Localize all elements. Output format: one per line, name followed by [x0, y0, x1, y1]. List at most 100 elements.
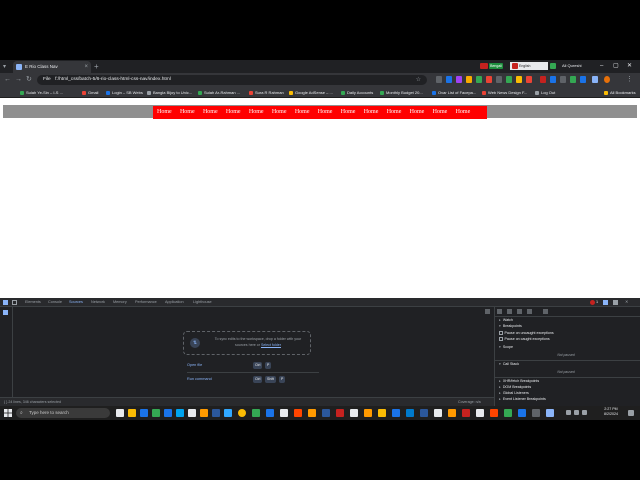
app-icon[interactable] — [176, 409, 184, 417]
new-tab-icon[interactable]: + — [94, 61, 99, 73]
extension-icon[interactable] — [446, 76, 452, 83]
event-listener-breakpoints-section[interactable]: ▸ Event Listener Breakpoints — [499, 396, 546, 402]
nav-link-home[interactable]: Home — [433, 106, 448, 119]
app-icon[interactable] — [200, 409, 208, 417]
language-extension[interactable]: English — [510, 62, 548, 70]
bookmark-item[interactable]: Sura R Rahman — [249, 87, 284, 98]
bookmark-item[interactable]: Login – SB Webs — [106, 87, 143, 98]
tab-close-icon[interactable]: × — [84, 61, 88, 73]
app-icon[interactable] — [532, 409, 540, 417]
extension-icon[interactable] — [570, 76, 576, 83]
app-icon[interactable] — [212, 409, 220, 417]
tab-console[interactable]: Console — [48, 298, 62, 307]
step-icon[interactable] — [527, 309, 532, 314]
forward-icon[interactable]: → — [15, 73, 22, 87]
app-icon[interactable] — [152, 409, 160, 417]
extension-icon[interactable] — [436, 76, 442, 83]
app-icon[interactable] — [518, 409, 526, 417]
workspace-dropzone[interactable]: ⇅ To sync edits to the workspace, drop a… — [183, 331, 311, 355]
app-icon[interactable] — [224, 409, 232, 417]
vscode-icon[interactable] — [406, 409, 414, 417]
kebab-menu-icon[interactable] — [613, 300, 618, 305]
step-into-icon[interactable] — [507, 309, 512, 314]
app-icon[interactable] — [392, 409, 400, 417]
nav-link-home[interactable]: Home — [410, 106, 425, 119]
app-icon[interactable] — [280, 409, 288, 417]
settings-gear-icon[interactable] — [603, 300, 608, 305]
inspect-element-icon[interactable] — [3, 300, 8, 305]
coverage-status[interactable]: Coverage: n/a — [458, 398, 481, 406]
app-icon[interactable] — [252, 409, 260, 417]
address-bar[interactable]: File f:/html_css/batch-5/6-rio-class-htm… — [37, 75, 427, 85]
bookmark-item[interactable]: Log Out — [535, 87, 555, 98]
nav-link-home[interactable]: Home — [387, 106, 402, 119]
tab-application[interactable]: Application — [165, 298, 184, 307]
tab-lighthouse[interactable]: Lighthouse — [193, 298, 212, 307]
app-icon[interactable] — [164, 409, 172, 417]
extension-icon[interactable] — [516, 76, 522, 83]
profile-label[interactable]: Ali Qureshi — [562, 61, 582, 71]
bookmark-item[interactable]: Web News Design F... — [482, 87, 527, 98]
nav-link-home[interactable]: Home — [157, 106, 172, 119]
nav-link-home[interactable]: Home — [249, 106, 264, 119]
app-icon[interactable] — [462, 409, 470, 417]
extension-red-icon[interactable] — [480, 63, 488, 69]
show-navigator-icon[interactable] — [3, 310, 8, 315]
scope-section[interactable]: ▾ Scope — [499, 344, 513, 350]
bookmark-item[interactable]: Google AdSense – ... — [289, 87, 333, 98]
back-icon[interactable]: ← — [4, 73, 11, 87]
taskbar-clock[interactable]: 2:27 PM 8/2/2024 — [598, 407, 624, 417]
app-icon[interactable] — [490, 409, 498, 417]
tab-performance[interactable]: Performance — [135, 298, 157, 307]
reload-icon[interactable]: ↻ — [26, 73, 32, 87]
app-icon[interactable] — [420, 409, 428, 417]
run-command-shortcut[interactable]: Run command — [187, 376, 212, 383]
tab-memory[interactable]: Memory — [113, 298, 127, 307]
app-icon[interactable] — [350, 409, 358, 417]
avatar[interactable] — [604, 76, 610, 83]
app-icon[interactable] — [294, 409, 302, 417]
tab-elements[interactable]: Elements — [25, 298, 41, 307]
device-toolbar-icon[interactable] — [12, 300, 17, 305]
extension-icon[interactable] — [560, 76, 566, 83]
app-icon[interactable] — [364, 409, 372, 417]
app-icon[interactable] — [322, 409, 330, 417]
bookmark-star-icon[interactable]: ☆ — [416, 75, 421, 85]
volume-icon[interactable] — [582, 410, 587, 415]
extensions-puzzle-icon[interactable] — [592, 76, 598, 83]
bookmark-item[interactable]: Bangla Bijoy to Unic... — [147, 87, 192, 98]
extension-icon[interactable] — [496, 76, 502, 83]
extension-icon[interactable] — [466, 76, 472, 83]
nav-link-home[interactable]: Home — [341, 106, 356, 119]
select-folder-link[interactable]: Select folder — [261, 343, 281, 347]
issues-icon[interactable] — [590, 300, 595, 305]
nav-link-home[interactable]: Home — [318, 106, 333, 119]
close-window-icon[interactable]: ✕ — [627, 60, 632, 72]
step-out-icon[interactable] — [517, 309, 522, 314]
menu-kebab-icon[interactable]: ⋮ — [626, 73, 633, 87]
nav-link-home[interactable]: Home — [364, 106, 379, 119]
nav-link-home[interactable]: Home — [203, 106, 218, 119]
step-over-icon[interactable] — [497, 309, 502, 314]
tab-search-icon[interactable]: ▾ — [3, 61, 6, 73]
close-devtools-icon[interactable]: ✕ — [625, 298, 628, 307]
tray-chevron-icon[interactable] — [566, 410, 571, 415]
chrome-taskbar-icon[interactable] — [238, 409, 246, 417]
bookmark-item[interactable]: Daily Accounts — [341, 87, 373, 98]
nav-link-home[interactable]: Home — [456, 106, 471, 119]
deactivate-breakpoints-icon[interactable] — [543, 309, 548, 314]
extension-icon[interactable] — [526, 76, 532, 83]
extension-icon[interactable] — [456, 76, 462, 83]
bookmark-item[interactable]: Sulah Ar-Rahman ... — [198, 87, 240, 98]
extension-badge[interactable]: Bengali — [489, 63, 503, 69]
app-icon[interactable] — [504, 409, 512, 417]
notification-icon[interactable] — [628, 410, 634, 416]
maximize-icon[interactable]: ▢ — [613, 60, 619, 72]
pause-icon[interactable] — [485, 309, 490, 314]
windows-start-icon[interactable] — [4, 409, 12, 417]
bookmark-item[interactable]: Ovar List of Facepa... — [432, 87, 476, 98]
minimize-icon[interactable]: – — [600, 60, 603, 72]
extension-icon[interactable] — [540, 76, 546, 83]
app-icon[interactable] — [546, 409, 554, 417]
nav-link-home[interactable]: Home — [180, 106, 195, 119]
